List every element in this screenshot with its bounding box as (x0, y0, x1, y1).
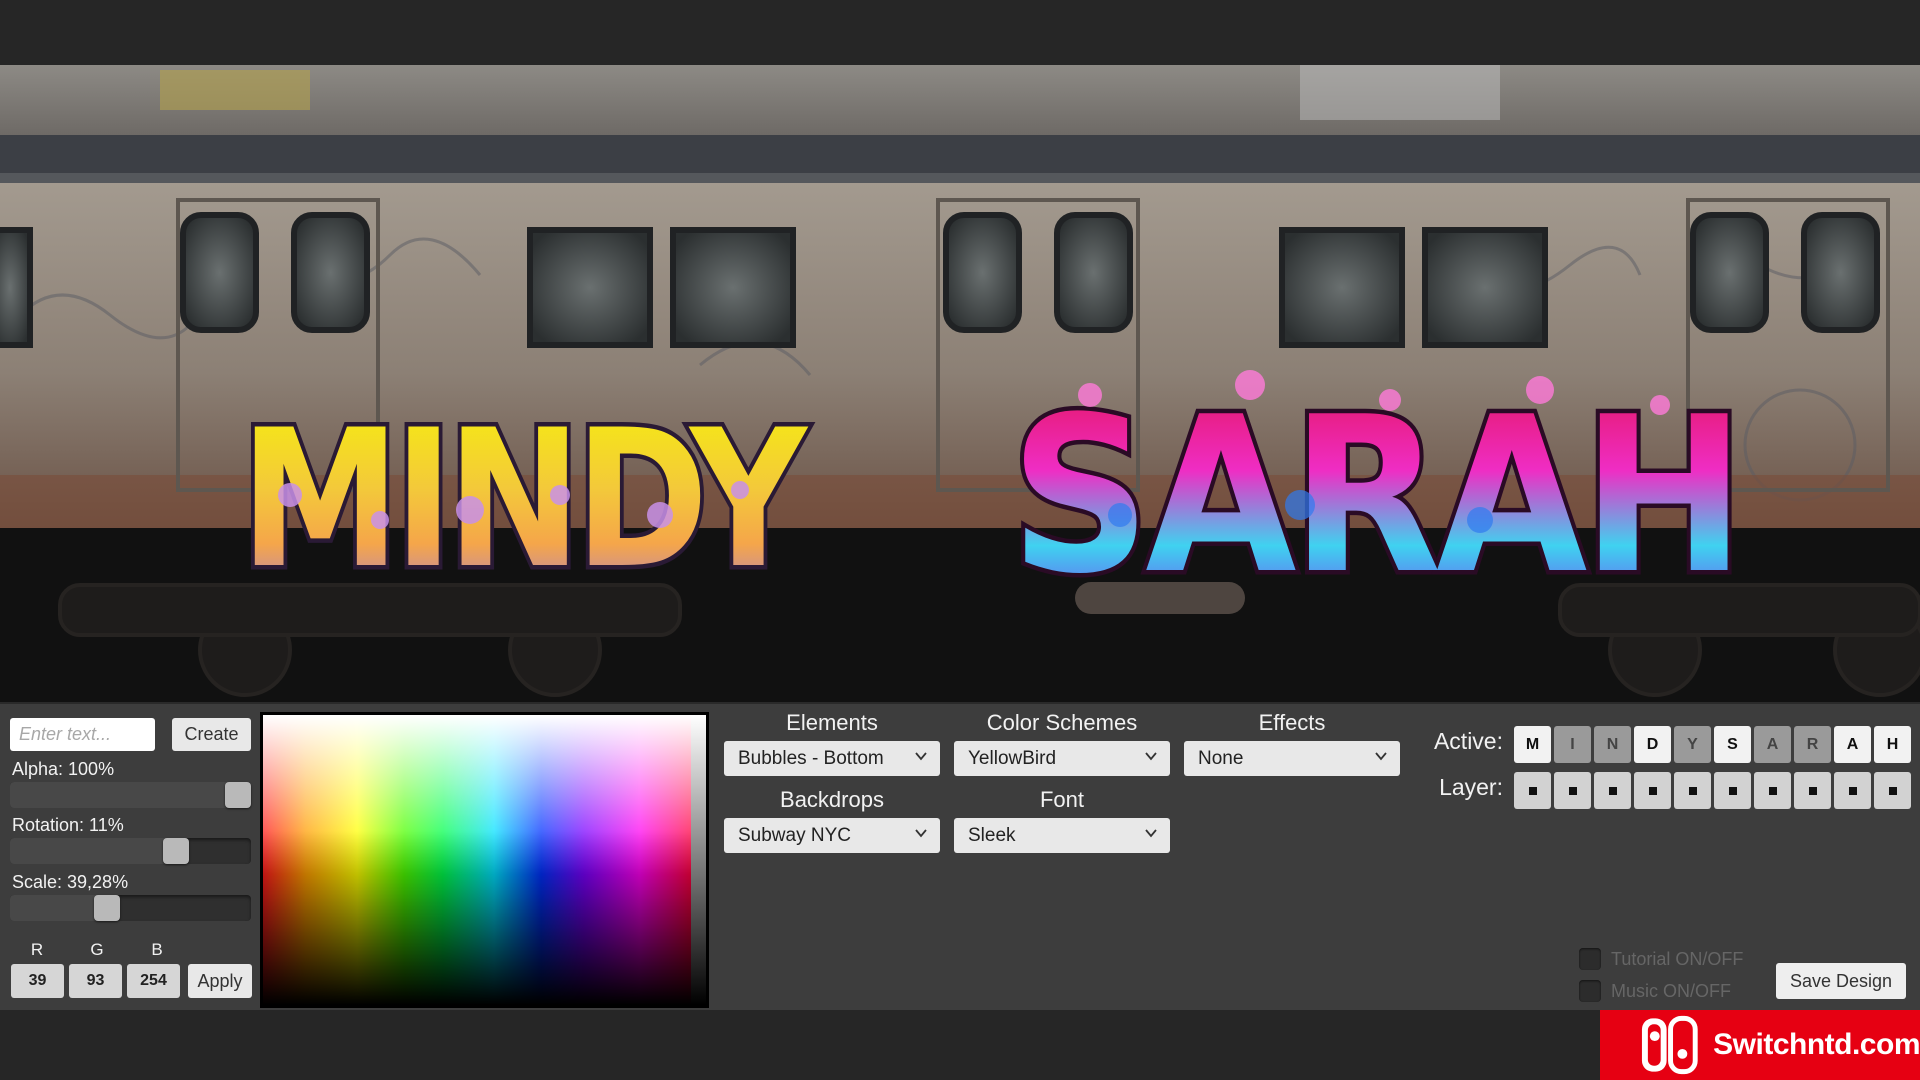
nintendo-switch-icon (1641, 1015, 1698, 1075)
watermark-text: Switchntd.com (1713, 1028, 1920, 1061)
rotation-slider-handle[interactable] (162, 838, 189, 864)
chevron-down-icon (1375, 752, 1387, 761)
layer-square-icon (1768, 786, 1777, 795)
alpha-label: Alpha: 100% (12, 759, 115, 779)
subway-backdrop: MINDY SARAH (0, 65, 1920, 702)
active-letter-a-button[interactable]: A (1754, 726, 1791, 763)
scale-label: Scale: 39,28% (12, 872, 129, 892)
backdrops-label: Backdrops (780, 787, 884, 812)
layer-square-icon (1688, 786, 1697, 795)
active-letter-a-button[interactable]: A (1834, 726, 1871, 763)
color-schemes-label: Color Schemes (986, 710, 1138, 735)
layer-button-a[interactable] (1754, 772, 1791, 809)
tag-mindy[interactable]: MINDY (236, 385, 822, 615)
g-label: G (90, 940, 104, 959)
color-picker[interactable] (260, 712, 709, 1008)
tutorial-toggle-label: Tutorial ON/OFF (1611, 948, 1744, 969)
effects-dropdown-value: None (1198, 747, 1244, 769)
tutorial-toggle[interactable]: Tutorial ON/OFF (1579, 948, 1743, 970)
tag-sarah-text: SARAH (1010, 370, 1740, 621)
active-label: Active: (1433, 728, 1503, 754)
layer-label: Layer: (1439, 774, 1503, 800)
layer-square-icon (1528, 786, 1537, 795)
layer-button-r[interactable] (1794, 772, 1831, 809)
layer-square-icon (1608, 786, 1617, 795)
r-value-field[interactable]: 39 (11, 964, 64, 998)
elements-dropdown[interactable]: Bubbles - Bottom (724, 741, 940, 776)
layer-button-s[interactable] (1714, 772, 1751, 809)
rotation-label: Rotation: 11% (12, 815, 124, 835)
active-letter-m-button[interactable]: M (1514, 726, 1551, 763)
chevron-down-icon (1145, 752, 1157, 761)
chevron-down-icon (915, 752, 927, 761)
scale-slider-fill (10, 895, 108, 921)
alpha-slider-fill (10, 782, 238, 808)
alpha-slider-handle[interactable] (225, 782, 251, 808)
elements-dropdown-value: Bubbles - Bottom (738, 747, 884, 769)
layer-square-icon (1888, 786, 1897, 795)
font-dropdown-value: Sleek (968, 824, 1016, 846)
layer-button-n[interactable] (1594, 772, 1631, 809)
b-value-field[interactable]: 254 (127, 964, 180, 998)
create-button[interactable]: Create (172, 718, 251, 751)
brightness-bar[interactable] (691, 715, 706, 1005)
color-schemes-dropdown[interactable]: YellowBird (954, 741, 1170, 776)
alpha-slider[interactable] (10, 782, 251, 808)
layer-square-icon (1728, 786, 1737, 795)
active-letter-h-button[interactable]: H (1874, 726, 1911, 763)
tutorial-checkbox[interactable] (1579, 948, 1601, 970)
layer-square-icon (1648, 786, 1657, 795)
layer-button-a[interactable] (1834, 772, 1871, 809)
scale-slider-handle[interactable] (94, 895, 121, 921)
chevron-down-icon (915, 829, 927, 838)
save-design-button[interactable]: Save Design (1776, 963, 1906, 999)
backdrops-dropdown[interactable]: Subway NYC (724, 818, 940, 853)
active-letter-d-button[interactable]: D (1634, 726, 1671, 763)
effects-dropdown[interactable]: None (1184, 741, 1400, 776)
apply-button[interactable]: Apply (188, 964, 252, 998)
effects-label: Effects (1258, 710, 1326, 735)
layer-button-h[interactable] (1874, 772, 1911, 809)
editor-panel: Create Alpha: 100% Rotation: 11% Scale: … (0, 702, 1920, 1010)
layer-button-i[interactable] (1554, 772, 1591, 809)
scale-slider[interactable] (10, 895, 251, 921)
music-toggle-label: Music ON/OFF (1611, 980, 1731, 1001)
watermark-logo: Switchntd.com (1600, 1010, 1920, 1080)
r-label: R (30, 940, 44, 959)
rotation-slider[interactable] (10, 838, 251, 864)
active-letter-y-button[interactable]: Y (1674, 726, 1711, 763)
elements-label: Elements (786, 710, 878, 735)
music-toggle[interactable]: Music ON/OFF (1579, 980, 1731, 1002)
layer-square-icon (1568, 786, 1577, 795)
color-picker-black-overlay (263, 715, 691, 1005)
b-label: B (151, 940, 163, 959)
layer-button-d[interactable] (1634, 772, 1671, 809)
text-input[interactable] (10, 718, 155, 751)
tag-sarah[interactable]: SARAH (1006, 366, 1751, 626)
tag-mindy-text: MINDY (240, 389, 809, 610)
active-letter-r-button[interactable]: R (1794, 726, 1831, 763)
graffiti-canvas[interactable]: MINDY SARAH (0, 65, 1920, 702)
layer-square-icon (1808, 786, 1817, 795)
layer-button-y[interactable] (1674, 772, 1711, 809)
rotation-slider-fill (10, 838, 176, 864)
active-letter-i-button[interactable]: I (1554, 726, 1591, 763)
chevron-down-icon (1145, 829, 1157, 838)
layer-square-icon (1848, 786, 1857, 795)
font-label: Font (1039, 787, 1085, 812)
top-bar (0, 0, 1920, 65)
active-letter-s-button[interactable]: S (1714, 726, 1751, 763)
g-value-field[interactable]: 93 (69, 964, 122, 998)
layer-button-m[interactable] (1514, 772, 1551, 809)
font-dropdown[interactable]: Sleek (954, 818, 1170, 853)
backdrops-dropdown-value: Subway NYC (738, 824, 851, 846)
color-schemes-dropdown-value: YellowBird (968, 747, 1057, 769)
active-letter-n-button[interactable]: N (1594, 726, 1631, 763)
music-checkbox[interactable] (1579, 980, 1601, 1002)
